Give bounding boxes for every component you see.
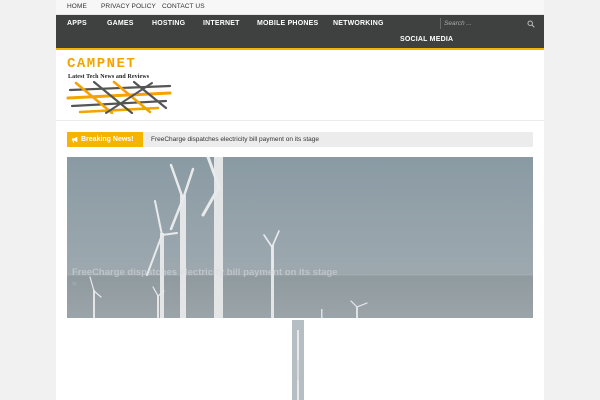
page-container: HOME PRIVACY POLICY CONTACT US APPS GAME… — [56, 0, 544, 400]
breaking-news-bar: Breaking News! FreeCharge dispatches ele… — [67, 132, 533, 147]
nav-item-internet[interactable]: INTERNET — [203, 20, 240, 27]
featured-post-meta: ◷ — [72, 281, 76, 287]
breaking-news-label-text: Breaking News! — [81, 136, 134, 143]
featured-post-title[interactable]: FreeCharge dispatches electricity bill p… — [72, 267, 338, 278]
megaphone-icon — [71, 136, 78, 143]
logo-name: CAMPNET — [67, 56, 137, 72]
featured-slider[interactable]: FreeCharge dispatches electricity bill p… — [67, 157, 533, 318]
wind-turbines-image — [67, 157, 533, 318]
search-input[interactable] — [444, 18, 520, 29]
top-link-privacy-policy[interactable]: PRIVACY POLICY — [101, 3, 156, 10]
site-logo[interactable]: CAMPNET Latest Tech News and Reviews — [66, 56, 178, 114]
nav-item-social-media[interactable]: SOCIAL MEDIA — [400, 36, 453, 43]
clock-icon: ◷ — [72, 281, 77, 287]
breaking-news-headline[interactable]: FreeCharge dispatches electricity bill p… — [151, 136, 319, 143]
search-icon[interactable] — [527, 20, 535, 28]
post-thumbnail-strip[interactable] — [292, 320, 304, 400]
search-box — [440, 18, 537, 29]
logo-grid-icon — [66, 80, 172, 114]
top-link-contact-us[interactable]: CONTACT US — [162, 3, 205, 10]
top-bar: HOME PRIVACY POLICY CONTACT US — [56, 0, 544, 15]
nav-item-mobile-phones[interactable]: MOBILE PHONES — [257, 20, 318, 27]
nav-item-games[interactable]: GAMES — [107, 20, 134, 27]
breaking-news-label: Breaking News! — [67, 132, 143, 147]
main-nav: APPS GAMES HOSTING INTERNET MOBILE PHONE… — [56, 15, 544, 50]
nav-item-networking[interactable]: NETWORKING — [333, 20, 384, 27]
nav-item-apps[interactable]: APPS — [67, 20, 87, 27]
nav-item-hosting[interactable]: HOSTING — [152, 20, 185, 27]
top-link-home[interactable]: HOME — [67, 3, 87, 10]
site-header: CAMPNET Latest Tech News and Reviews — [56, 50, 544, 121]
